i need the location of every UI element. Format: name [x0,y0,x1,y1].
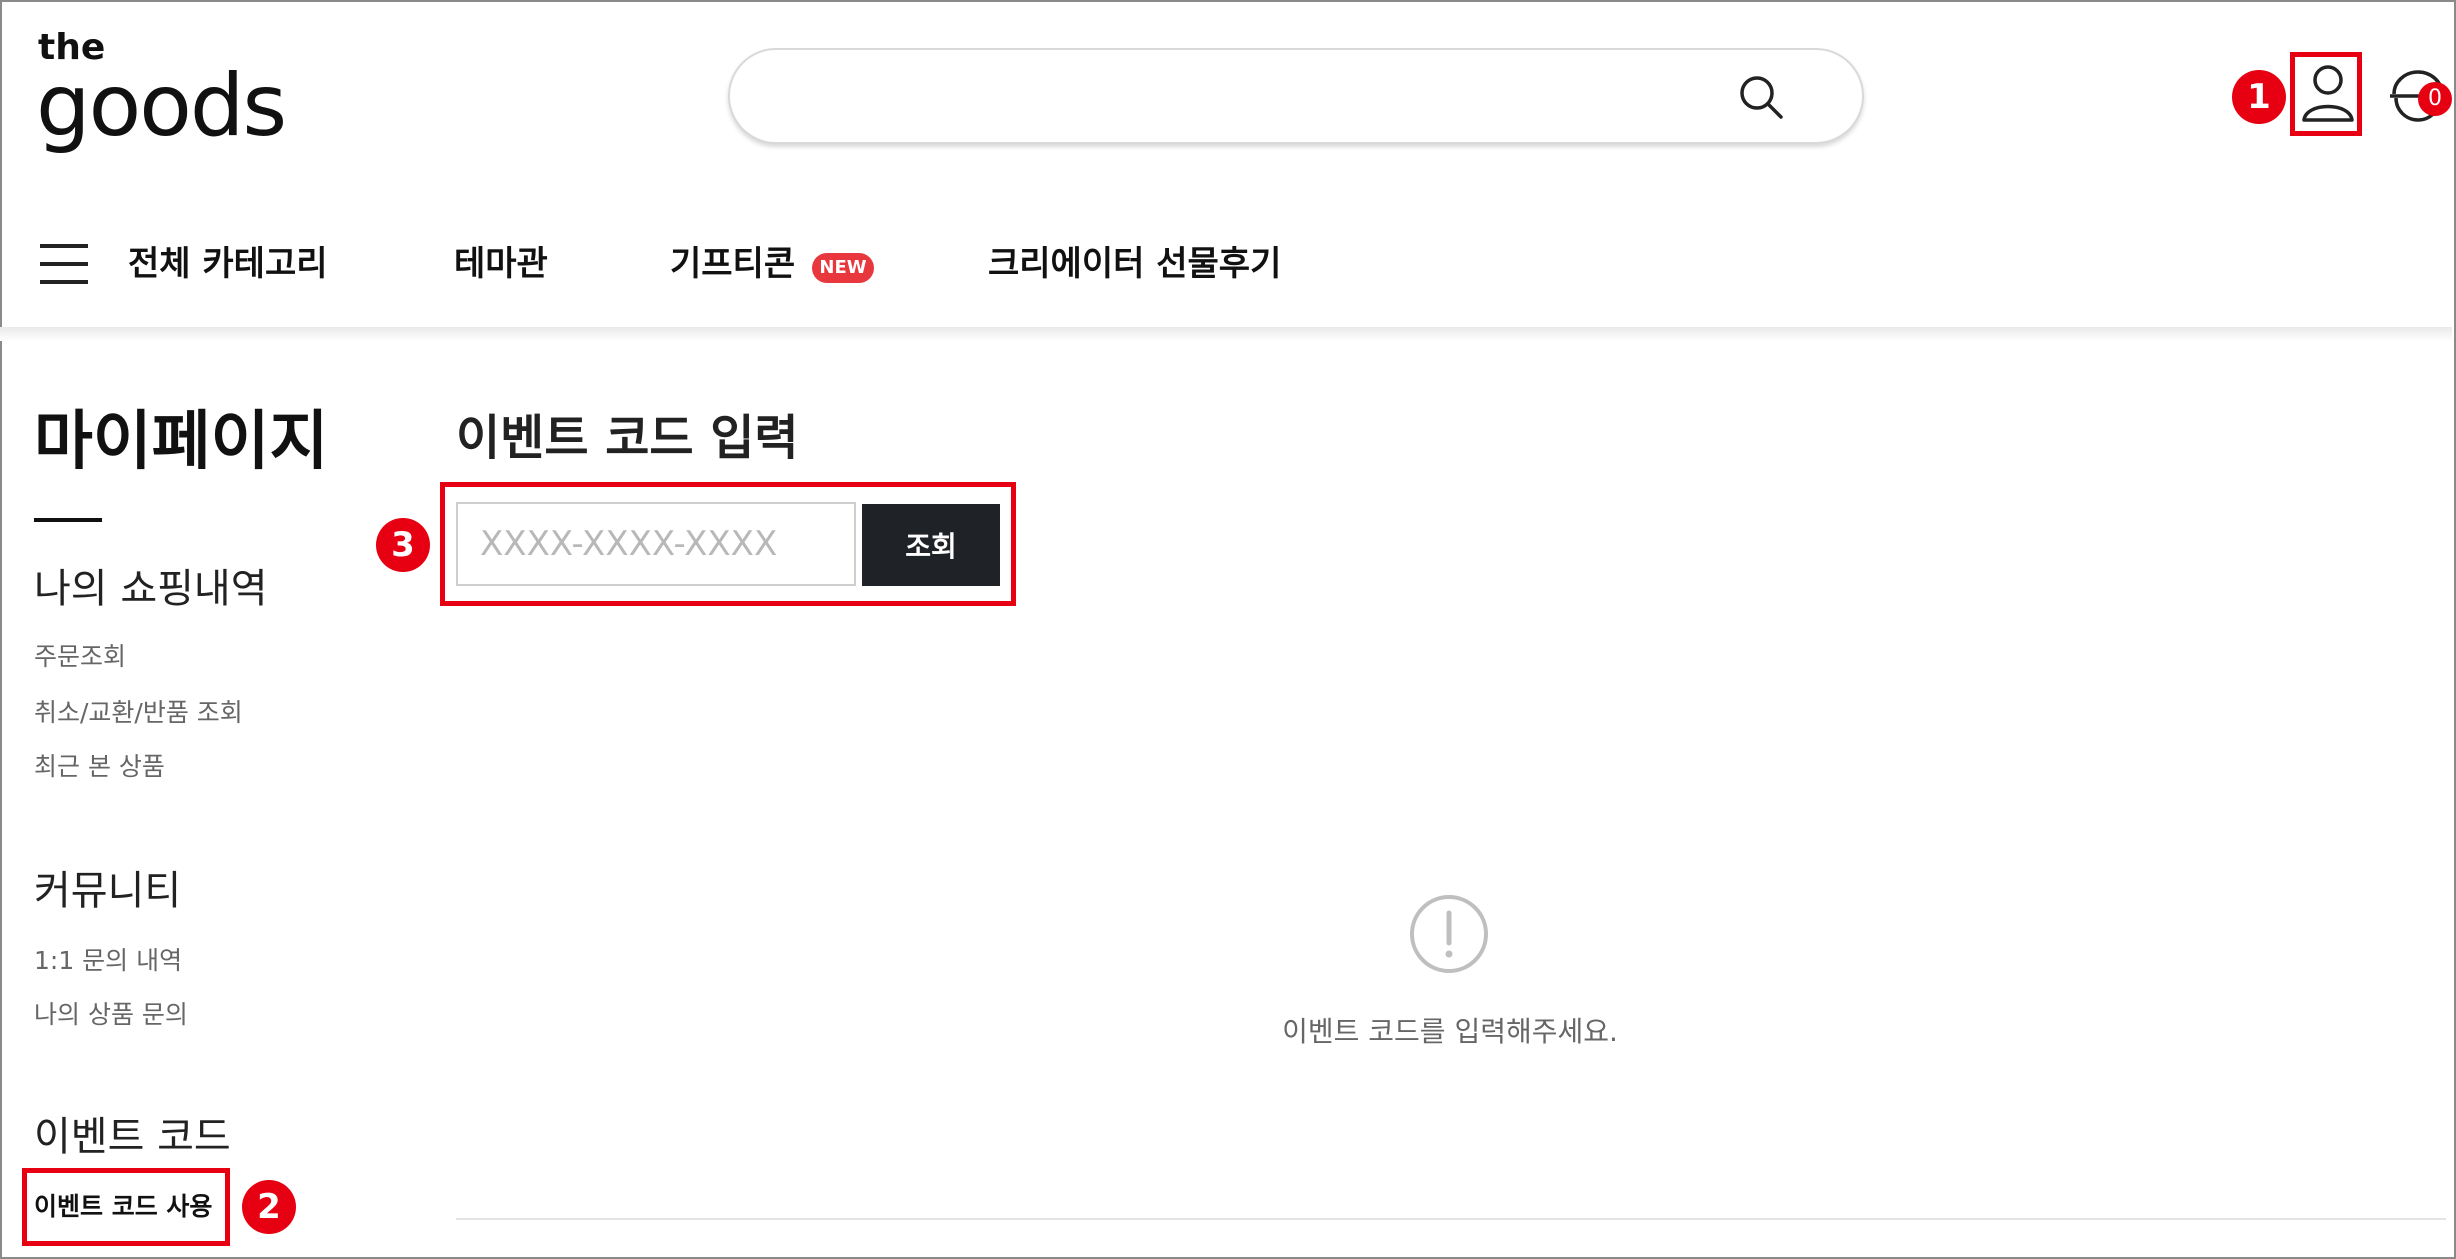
empty-state-message: 이벤트 코드를 입력해주세요. [1282,1015,1618,1048]
search-icon[interactable] [1738,74,1784,120]
sidebar-heading-community: 커뮤니티 [34,868,182,914]
page-title: 이벤트 코드 입력 [456,410,799,466]
annotation-badge-3: 3 [376,518,430,572]
nav-item-creator-reviews[interactable]: 크리에이터 선물후기 [988,239,1281,289]
sidebar-heading-event-code: 이벤트 코드 [34,1114,231,1160]
content-divider [456,1218,2446,1220]
annotation-badge-2: 2 [242,1180,296,1234]
search-box[interactable] [728,48,1864,144]
event-code-input[interactable] [456,502,856,586]
nav-item-all-categories[interactable]: 전체 카테고리 [128,239,328,289]
main-nav: 전체 카테고리 테마관 기프티콘 NEW 크리에이터 선물후기 [0,215,2452,315]
new-badge: NEW [812,253,874,283]
lookup-button[interactable]: 조회 [862,504,1000,586]
nav-divider [0,327,2452,341]
sidebar-item-cancel-exchange-return[interactable]: 취소/교환/반품 조회 [34,696,243,730]
sidebar-item-product-inquiry[interactable]: 나의 상품 문의 [34,998,188,1032]
nav-item-gifticon[interactable]: 기프티콘 [670,239,795,289]
logo-main-text: goods [36,56,287,156]
alert-icon [1410,895,1488,973]
nav-item-theme[interactable]: 테마관 [454,239,548,289]
sidebar-item-recently-viewed[interactable]: 최근 본 상품 [34,750,165,784]
logo[interactable]: the goods [36,28,296,157]
sidebar-item-order-lookup[interactable]: 주문조회 [34,640,126,674]
sidebar-title-rule [34,518,102,522]
sidebar-heading-shopping: 나의 쇼핑내역 [34,566,268,612]
sidebar-item-use-event-code[interactable]: 이벤트 코드 사용 [34,1190,212,1224]
menu-icon[interactable] [40,244,88,284]
annotation-badge-1: 1 [2232,70,2286,124]
page-frame [0,0,2456,1259]
cart-count-badge: 0 [2418,82,2452,116]
sidebar-title: 마이페이지 [34,405,329,479]
sidebar-item-inquiry-history[interactable]: 1:1 문의 내역 [34,944,182,978]
user-icon[interactable] [2300,62,2356,124]
